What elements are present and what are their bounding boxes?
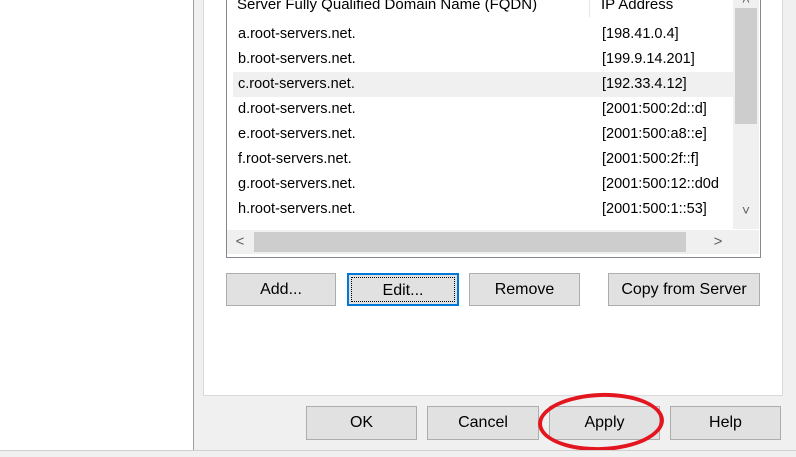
server-fqdn: d.root-servers.net. xyxy=(238,101,356,117)
list-item[interactable]: e.root-servers.net. [2001:500:a8::e] xyxy=(233,122,733,147)
list-item[interactable]: a.root-servers.net. [198.41.0.4] xyxy=(233,22,733,47)
left-pane xyxy=(0,0,194,456)
server-fqdn: f.root-servers.net. xyxy=(238,151,352,167)
server-ip: [2001:500:1::53] xyxy=(602,201,707,217)
horizontal-scrollbar[interactable]: < > xyxy=(227,230,733,254)
vertical-scrollbar[interactable]: ˄ ˅ xyxy=(733,0,759,229)
list-item[interactable]: f.root-servers.net. [2001:500:2f::f] xyxy=(233,147,733,172)
column-separator[interactable] xyxy=(589,0,590,17)
server-fqdn: c.root-servers.net. xyxy=(238,76,355,92)
remove-button[interactable]: Remove xyxy=(469,273,580,306)
server-ip: [2001:500:12::d0d xyxy=(602,176,719,192)
scroll-up-arrow-icon[interactable]: ˄ xyxy=(733,0,759,8)
server-ip: [199.9.14.201] xyxy=(602,51,695,67)
server-fqdn: b.root-servers.net. xyxy=(238,51,356,67)
list-item[interactable]: g.root-servers.net. [2001:500:12::d0d xyxy=(233,172,733,197)
cancel-button[interactable]: Cancel xyxy=(427,406,539,440)
add-button[interactable]: Add... xyxy=(226,273,336,306)
server-fqdn: g.root-servers.net. xyxy=(238,176,356,192)
scroll-right-arrow-icon[interactable]: > xyxy=(705,230,731,254)
scroll-left-arrow-icon[interactable]: < xyxy=(227,230,253,254)
scrollbar-corner xyxy=(733,230,759,254)
ok-button[interactable]: OK xyxy=(306,406,417,440)
scroll-down-arrow-icon[interactable]: ˅ xyxy=(733,201,759,219)
server-fqdn: e.root-servers.net. xyxy=(238,126,356,142)
server-ip: [2001:500:a8::e] xyxy=(602,126,707,142)
root-hints-list[interactable]: Server Fully Qualified Domain Name (FQDN… xyxy=(226,0,761,258)
server-ip: [2001:500:2f::f] xyxy=(602,151,699,167)
vertical-scroll-thumb[interactable] xyxy=(735,8,757,124)
list-item[interactable]: h.root-servers.net. [2001:500:1::53] xyxy=(233,197,733,222)
server-ip: [192.33.4.12] xyxy=(602,76,687,92)
list-item[interactable]: b.root-servers.net. [199.9.14.201] xyxy=(233,47,733,72)
list-item[interactable]: d.root-servers.net. [2001:500:2d::d] xyxy=(233,97,733,122)
server-ip: [198.41.0.4] xyxy=(602,26,679,42)
focus-rectangle xyxy=(351,277,455,302)
server-ip: [2001:500:2d::d] xyxy=(602,101,707,117)
edit-button[interactable]: Edit... xyxy=(347,273,459,306)
list-item-selected[interactable]: c.root-servers.net. [192.33.4.12] xyxy=(233,72,733,97)
copy-from-server-button[interactable]: Copy from Server xyxy=(608,273,760,306)
apply-button[interactable]: Apply xyxy=(549,406,660,440)
server-fqdn: a.root-servers.net. xyxy=(238,26,356,42)
server-fqdn: h.root-servers.net. xyxy=(238,201,356,217)
horizontal-scroll-thumb[interactable] xyxy=(254,232,686,252)
column-header-ip-address[interactable]: IP Address xyxy=(601,0,731,17)
help-button[interactable]: Help xyxy=(670,406,781,440)
column-header-fqdn[interactable]: Server Fully Qualified Domain Name (FQDN… xyxy=(237,0,582,17)
